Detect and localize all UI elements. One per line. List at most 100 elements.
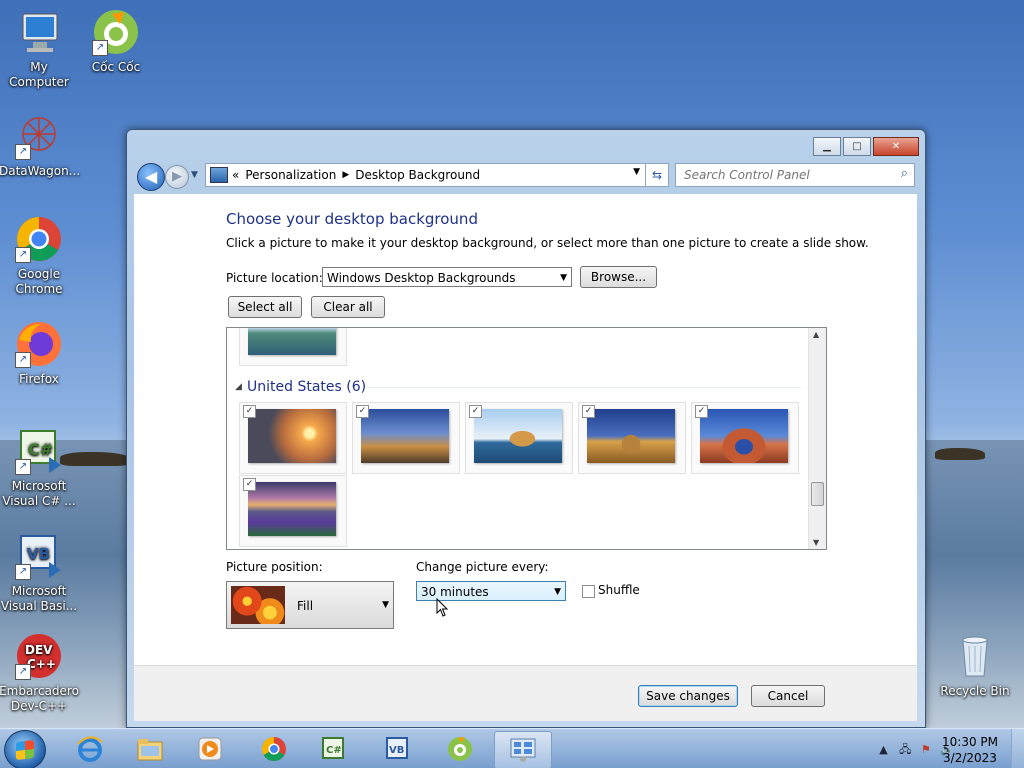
- dev-cpp-icon: DEV C++ ↗: [15, 632, 63, 680]
- search-input[interactable]: [682, 164, 886, 186]
- wallpaper-thumbnail[interactable]: ✓: [578, 402, 686, 474]
- wallpaper-thumbnail[interactable]: ✓: [352, 402, 460, 474]
- start-button[interactable]: [4, 730, 46, 768]
- show-desktop-button[interactable]: [1011, 729, 1024, 768]
- svg-text:C#: C#: [28, 440, 53, 459]
- wallpaper-image: [248, 328, 336, 355]
- breadcrumb-personalization[interactable]: Personalization: [245, 168, 336, 182]
- taskbar-control-panel[interactable]: [494, 731, 552, 768]
- wallpaper-checkbox[interactable]: ✓: [695, 405, 708, 418]
- taskbar-media-player[interactable]: [182, 731, 238, 767]
- desktop-icon-visual-basic[interactable]: VB ↗ Microsoft Visual Basi...: [0, 532, 79, 614]
- navigation-bar: ◀ ▶ ▼ « Personalization ▶ Desktop Backgr…: [135, 162, 917, 192]
- desktop-icon-dev-cpp[interactable]: DEV C++ ↗ Embarcadero Dev-C++: [0, 632, 79, 714]
- desktop-icon-label: Microsoft Visual Basi...: [0, 584, 78, 613]
- desktop-icon-label: Google Chrome: [15, 267, 63, 296]
- maximize-button[interactable]: □: [843, 137, 871, 156]
- internet-explorer-icon: [76, 736, 104, 762]
- wallpaper-image: [474, 409, 562, 463]
- minimize-button[interactable]: ▁: [813, 137, 841, 156]
- picture-position-select[interactable]: Fill ▼: [226, 581, 394, 629]
- desktop-icon-label: Cốc Cốc: [91, 60, 141, 74]
- picture-position-value: Fill: [297, 599, 314, 613]
- mouse-cursor-icon: [436, 597, 450, 621]
- save-changes-button[interactable]: Save changes: [638, 685, 738, 707]
- desktop-icon-datawagon[interactable]: ↗ DataWagon...: [0, 112, 80, 179]
- network-icon[interactable]: 🖧: [899, 743, 911, 756]
- change-picture-value: 30 minutes: [421, 585, 489, 599]
- back-button[interactable]: ◀: [137, 163, 165, 191]
- coc-coc-icon: ↗: [92, 8, 140, 56]
- svg-text:DEV: DEV: [25, 643, 53, 657]
- scroll-down-icon[interactable]: ▼: [813, 538, 819, 547]
- address-bar[interactable]: « Personalization ▶ Desktop Background ▼: [205, 163, 647, 187]
- wallpaper-thumbnail[interactable]: ✓: [239, 475, 347, 547]
- refresh-icon[interactable]: ⇆: [645, 163, 669, 187]
- taskbar-coc-coc[interactable]: [432, 731, 488, 767]
- wallpaper-checkbox[interactable]: ✓: [469, 405, 482, 418]
- breadcrumb-separator-icon[interactable]: ▶: [342, 170, 349, 180]
- taskbar-internet-explorer[interactable]: [62, 731, 118, 767]
- group-header-united-states[interactable]: United States (6): [247, 379, 366, 395]
- visual-basic-icon: VB: [384, 736, 412, 762]
- wallpaper-image: [361, 409, 449, 463]
- taskbar-google-chrome[interactable]: [246, 731, 302, 767]
- shuffle-checkbox[interactable]: [582, 585, 595, 598]
- desktop-icon-my-computer[interactable]: My Computer: [0, 8, 79, 90]
- shuffle-label[interactable]: Shuffle: [598, 583, 640, 597]
- taskbar-windows-explorer[interactable]: [122, 731, 178, 767]
- wallpaper-thumbnail[interactable]: [239, 328, 347, 366]
- browse-button[interactable]: Browse...: [580, 266, 657, 288]
- wallpaper-thumbnail[interactable]: ✓: [465, 402, 573, 474]
- firefox-icon: ↗: [15, 320, 63, 368]
- clear-all-button[interactable]: Clear all: [311, 296, 385, 318]
- picture-location-select[interactable]: Windows Desktop Backgrounds ▼: [322, 267, 572, 287]
- folder-icon: [136, 736, 164, 762]
- media-player-icon: [196, 736, 224, 762]
- desktop-icon-google-chrome[interactable]: ↗ Google Chrome: [0, 215, 79, 297]
- wallpaper-thumbnail[interactable]: ✓: [239, 402, 347, 474]
- visual-csharp-icon: C# ↗: [15, 427, 63, 475]
- wallpaper-image: [587, 409, 675, 463]
- control-panel-icon: [509, 737, 537, 763]
- dialog-footer: Save changes Cancel: [134, 665, 917, 721]
- desktop-icon-firefox[interactable]: ↗ Firefox: [0, 320, 79, 387]
- wallpaper-thumbnail[interactable]: ✓: [691, 402, 799, 474]
- scrollbar-thumb[interactable]: [811, 482, 824, 506]
- picture-gallery: ◢ United States (6) ✓ ✓ ✓ ✓ ✓ ✓ ▲ ▼: [226, 327, 827, 550]
- show-hidden-icons-icon[interactable]: ▲: [879, 743, 887, 756]
- select-all-button[interactable]: Select all: [228, 296, 302, 318]
- desktop-icon-label: My Computer: [9, 60, 69, 89]
- breadcrumb-desktop-background[interactable]: Desktop Background: [355, 168, 480, 182]
- desktop-icon-label: Firefox: [19, 372, 59, 386]
- datawagon-icon: ↗: [15, 112, 63, 160]
- chrome-icon: ↗: [15, 215, 63, 263]
- visual-csharp-icon: C#: [320, 736, 348, 762]
- wallpaper-checkbox[interactable]: ✓: [356, 405, 369, 418]
- taskbar-visual-basic[interactable]: VB: [370, 731, 426, 767]
- recent-pages-dropdown-icon[interactable]: ▼: [191, 170, 198, 180]
- search-icon[interactable]: ⌕: [901, 166, 908, 181]
- desktop-icon-recycle-bin[interactable]: Recycle Bin: [935, 632, 1015, 699]
- close-button[interactable]: ✕: [873, 137, 919, 156]
- taskbar-visual-csharp[interactable]: C#: [306, 731, 362, 767]
- gallery-scrollbar[interactable]: ▲ ▼: [808, 328, 826, 549]
- forward-button[interactable]: ▶: [165, 165, 189, 189]
- wallpaper-checkbox[interactable]: ✓: [243, 405, 256, 418]
- wallpaper-checkbox[interactable]: ✓: [243, 478, 256, 491]
- wallpaper-checkbox[interactable]: ✓: [582, 405, 595, 418]
- wallpaper-image: [248, 482, 336, 536]
- action-center-icon[interactable]: ⚑: [921, 743, 931, 756]
- search-box: ⌕: [675, 163, 915, 187]
- chevron-down-icon: ▼: [560, 273, 567, 283]
- collapse-group-icon[interactable]: ◢: [235, 382, 242, 392]
- desktop-icon-label: Recycle Bin: [940, 684, 1010, 698]
- scroll-up-icon[interactable]: ▲: [813, 330, 819, 339]
- address-dropdown-icon[interactable]: ▼: [633, 167, 640, 177]
- desktop-icon-label: Microsoft Visual C# ...: [2, 479, 76, 508]
- clock[interactable]: 10:30 PM 3/2/2023: [942, 734, 998, 766]
- breadcrumb-overflow[interactable]: «: [232, 168, 239, 182]
- desktop-icon-visual-csharp[interactable]: C# ↗ Microsoft Visual C# ...: [0, 427, 79, 509]
- cancel-button[interactable]: Cancel: [751, 685, 825, 707]
- desktop-icon-coc-coc[interactable]: ↗ Cốc Cốc: [76, 8, 156, 75]
